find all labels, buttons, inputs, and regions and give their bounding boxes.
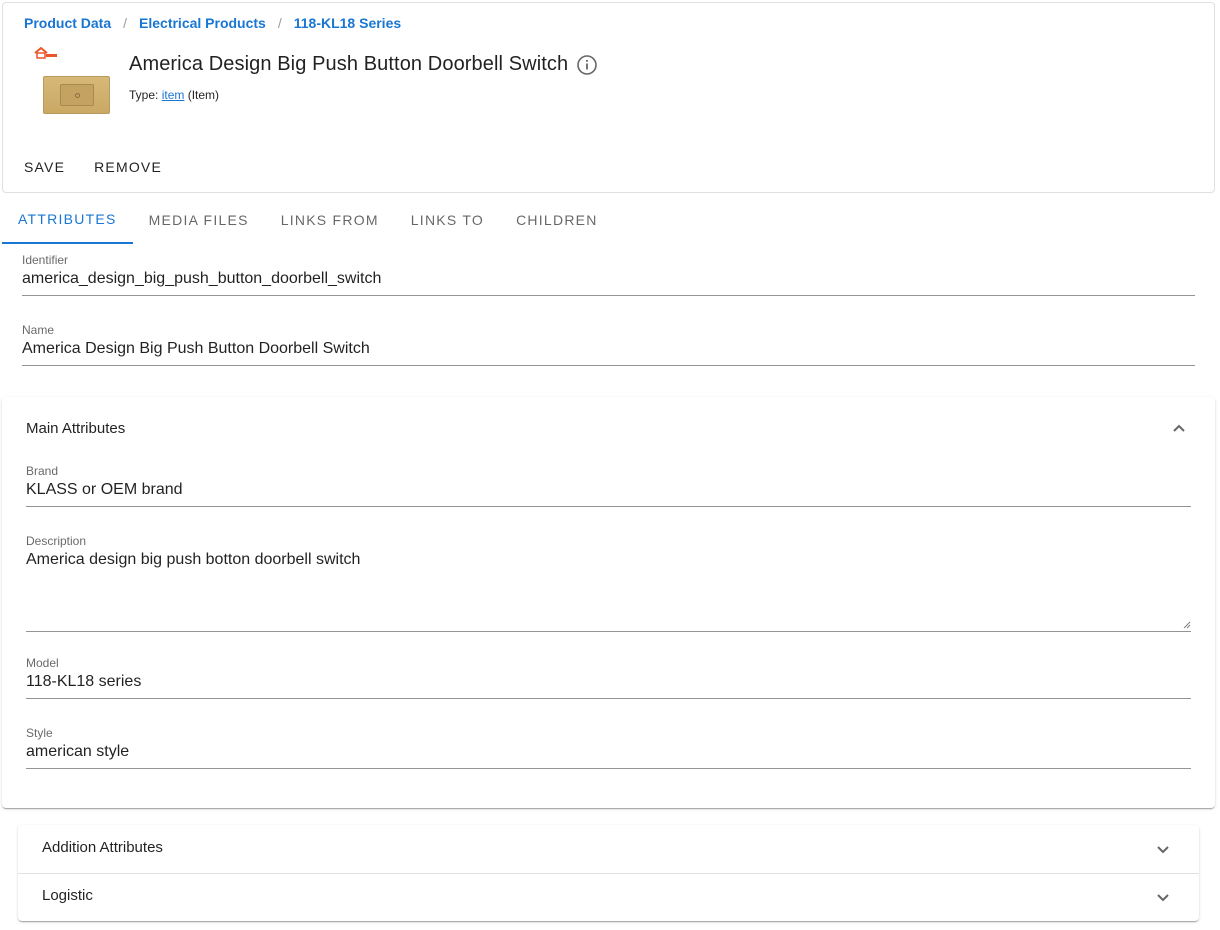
type-suffix: (Item) — [187, 88, 220, 102]
breadcrumb-item-series[interactable]: 118-KL18 Series — [294, 15, 401, 31]
identifier-input[interactable]: america_design_big_push_button_doorbell_… — [22, 270, 1195, 296]
breadcrumb-separator: / — [123, 15, 128, 31]
style-field[interactable]: Style american style — [26, 726, 1191, 769]
tab-children[interactable]: CHILDREN — [500, 196, 614, 244]
description-label: Description — [26, 534, 87, 548]
name-input[interactable]: America Design Big Push Button Doorbell … — [22, 340, 1195, 366]
remove-button[interactable]: REMOVE — [85, 153, 171, 181]
model-label: Model — [26, 656, 59, 670]
identifier-field[interactable]: Identifier america_design_big_push_butto… — [22, 253, 1195, 296]
page-title: America Design Big Push Button Doorbell … — [129, 53, 569, 75]
type-line: Type: item (Item) — [129, 88, 219, 102]
tab-links-to[interactable]: LINKS TO — [395, 196, 500, 244]
action-bar: SAVE REMOVE — [15, 153, 182, 181]
info-icon[interactable] — [576, 54, 598, 76]
main-attributes-header[interactable]: Main Attributes — [26, 420, 125, 437]
tab-attributes[interactable]: ATTRIBUTES — [2, 196, 133, 244]
brand-label: Brand — [26, 464, 59, 478]
model-input[interactable]: 118-KL18 series — [26, 673, 1191, 699]
identifier-label: Identifier — [22, 253, 69, 267]
type-link[interactable]: item — [162, 88, 185, 102]
brand-logo-icon — [34, 46, 57, 59]
brand-field[interactable]: Brand KLASS or OEM brand — [26, 464, 1191, 507]
model-field[interactable]: Model 118-KL18 series — [26, 656, 1191, 699]
style-label: Style — [26, 726, 53, 740]
tab-links-from[interactable]: LINKS FROM — [265, 196, 395, 244]
main-attributes-panel: Main Attributes Brand KLASS or OEM brand… — [2, 397, 1215, 808]
product-header-card: Product Data / Electrical Products / 118… — [2, 2, 1215, 193]
chevron-down-icon[interactable] — [1151, 885, 1175, 909]
chevron-up-icon[interactable] — [1167, 417, 1191, 441]
breadcrumb: Product Data / Electrical Products / 118… — [24, 15, 401, 31]
addition-attributes-header: Addition Attributes — [42, 839, 163, 856]
breadcrumb-item-product-data[interactable]: Product Data — [24, 15, 111, 31]
brand-input[interactable]: KLASS or OEM brand — [26, 481, 1191, 507]
product-thumbnail — [29, 43, 117, 119]
description-field[interactable]: Description America design big push bott… — [26, 534, 1191, 632]
tab-media-files[interactable]: MEDIA FILES — [133, 196, 265, 244]
chevron-down-icon[interactable] — [1151, 837, 1175, 861]
breadcrumb-item-electrical-products[interactable]: Electrical Products — [139, 15, 266, 31]
save-button[interactable]: SAVE — [15, 153, 74, 181]
name-label: Name — [22, 323, 55, 337]
addition-attributes-accordion[interactable]: Addition Attributes — [18, 825, 1199, 873]
logistic-header: Logistic — [42, 887, 93, 904]
logistic-accordion[interactable]: Logistic — [18, 873, 1199, 921]
name-field[interactable]: Name America Design Big Push Button Door… — [22, 323, 1195, 366]
breadcrumb-separator: / — [277, 15, 282, 31]
doorbell-switch-image — [43, 76, 110, 114]
tab-bar: ATTRIBUTES MEDIA FILES LINKS FROM LINKS … — [2, 196, 614, 244]
collapsed-sections: Addition Attributes Logistic — [18, 825, 1199, 921]
type-prefix: Type: — [129, 88, 159, 102]
style-input[interactable]: american style — [26, 743, 1191, 769]
resize-grip-icon[interactable] — [1183, 621, 1191, 629]
description-textarea[interactable]: America design big push botton doorbell … — [26, 551, 1191, 569]
